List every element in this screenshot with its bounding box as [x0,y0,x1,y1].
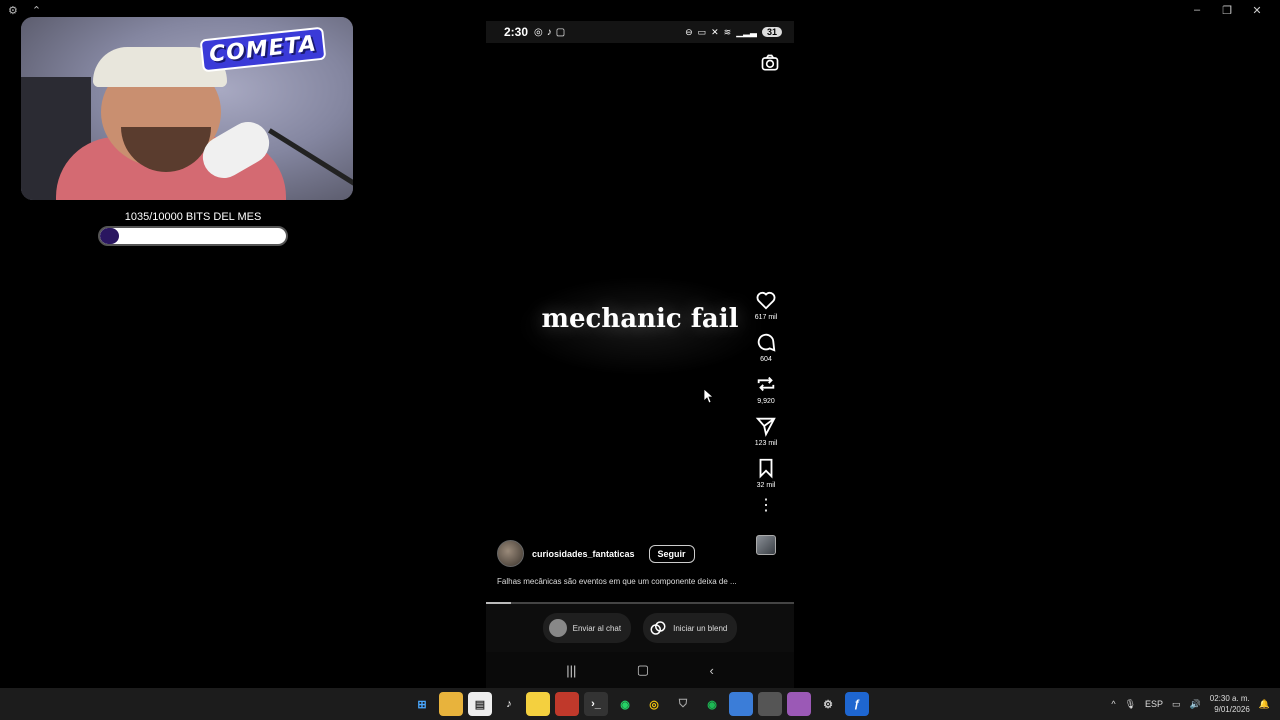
network-icon[interactable]: ▭ [1172,699,1181,710]
post-caption[interactable]: Falhas mecânicas são eventos em que um c… [497,577,757,586]
signal-icon: ▁▂▃ [736,26,757,37]
author-username[interactable]: curiosidades_fantaticas [532,549,635,559]
close-icon[interactable]: ✕ [1242,2,1272,18]
notification-icon[interactable]: 🔔 [1259,699,1270,710]
system-tray: ^ 🎙 ESP ▭ 🔊 02:30 a. m. 9/01/2026 🔔 [1111,688,1270,720]
pin-icon[interactable]: ⌃ [32,4,41,17]
like-count: 617 mil [754,314,778,321]
more-dots-icon: ⋮ [758,497,774,514]
send-to-chat-button[interactable]: Enviar al chat [542,613,632,643]
shield-icon[interactable]: ⛉ [671,692,695,716]
chevron-up-icon[interactable]: ^ [1111,699,1115,709]
calculator-icon[interactable] [758,692,782,716]
phone-screen: 2:30 ◎ ♪ ▢ ⊖ ▭ ✕ ≋ ▁▂▃ 31 mechanic fail … [486,21,794,688]
repost-icon [757,376,775,392]
send-icon [755,417,776,437]
dev-app-icon[interactable] [787,692,811,716]
follow-button[interactable]: Seguir [648,544,695,563]
clock-time: 02:30 a. m. [1209,694,1250,703]
restore-icon[interactable]: ❐ [1212,2,1242,18]
microphone-icon[interactable]: 🎙 [1125,699,1136,710]
mouse-cursor-icon [704,389,714,403]
photos-icon[interactable] [729,692,753,716]
minimize-icon[interactable]: – [1182,2,1212,18]
recents-icon[interactable]: ||| [566,663,576,678]
twitch-icon: ▢ [555,26,566,38]
status-time: 2:30 [504,25,529,39]
android-nav-bar: ||| ▢ ‹ [486,652,794,688]
gear-icon[interactable]: ⚙ [8,4,18,17]
repost-count: 9,920 [757,398,775,405]
status-bar: 2:30 ◎ ♪ ▢ ⊖ ▭ ✕ ≋ ▁▂▃ 31 [486,21,794,43]
send-to-chat-label: Enviar al chat [572,623,622,633]
start-blend-label: Iniciar un blend [673,623,728,633]
window-controls: – ❐ ✕ [1182,2,1272,18]
repost-button[interactable]: 9,920 [755,373,777,405]
bits-goal-fill [100,228,120,244]
mute-icon: ✕ [711,26,719,37]
windows-start-icon[interactable]: ⊞ [410,692,434,716]
camera-icon[interactable] [760,53,780,73]
chrome-icon[interactable]: ◎ [642,692,666,716]
taskbar-apps: ⊞ ▤ ♪ ›_ ◉ ◎ ⛉ ◉ ⚙ ƒ [410,692,869,716]
chat-avatar [548,619,567,637]
clock[interactable]: 02:30 a. m. 9/01/2026 [1210,693,1250,715]
save-count: 32 mil [756,482,776,489]
comment-button[interactable]: 604 [755,331,777,363]
spotify-icon[interactable]: ◉ [700,692,724,716]
taskbar: ⊞ ▤ ♪ ›_ ◉ ◎ ⛉ ◉ ⚙ ƒ ^ 🎙 ESP ▭ 🔊 02:30 a… [0,688,1280,720]
battery-indicator: 31 [761,27,782,37]
back-icon[interactable]: ‹ [709,663,713,678]
share-count: 123 mil [754,440,778,447]
home-icon[interactable]: ▢ [637,662,649,678]
window-left-controls: ⚙ ⌃ [8,4,41,17]
file-explorer-icon[interactable] [439,692,463,716]
bits-goal-label: 1035/10000 BITS DEL MES [124,211,262,223]
action-column: 617 mil 604 9,920 123 mil 32 mil ⋮ [746,289,786,555]
comment-icon [757,333,776,352]
bits-goal-bar [98,226,288,246]
audio-thumbnail[interactable] [756,535,776,555]
tiktok-icon: ♪ [546,26,552,38]
dnd-icon: ⊖ [685,26,693,37]
video-title-text: mechanic fail [541,304,739,334]
wifi-icon: ≋ [723,26,732,37]
share-button[interactable]: 123 mil [754,415,778,447]
settings-app-icon[interactable]: ⚙ [816,692,840,716]
save-button[interactable]: 32 mil [755,457,777,489]
bookmark-icon [759,458,773,479]
clock-date: 9/01/2026 [1214,705,1250,714]
active-app-icon[interactable]: ƒ [845,692,869,716]
sleep-icon: ▭ [697,26,707,37]
author-avatar[interactable] [497,540,524,567]
blend-icon [650,621,666,635]
like-button[interactable]: 617 mil [754,289,778,321]
start-blend-button[interactable]: Iniciar un blend [643,613,738,643]
volume-icon[interactable]: 🔊 [1190,699,1201,710]
language-indicator[interactable]: ESP [1145,699,1163,709]
tiktok-icon[interactable]: ♪ [497,692,521,716]
more-options-button[interactable]: ⋮ [758,497,774,514]
comment-count: 604 [760,356,772,363]
whatsapp-icon[interactable]: ◉ [613,692,637,716]
heart-icon [756,291,776,310]
bottom-action-bar: Enviar al chat Iniciar un blend [486,604,794,652]
store-icon[interactable]: ▤ [468,692,492,716]
author-row: curiosidades_fantaticas Seguir [497,540,695,567]
media-app-icon[interactable] [555,692,579,716]
webcam-feed: COMETA [21,17,353,200]
sticky-notes-icon[interactable] [526,692,550,716]
terminal-icon[interactable]: ›_ [584,692,608,716]
instagram-icon: ◎ [534,26,543,38]
